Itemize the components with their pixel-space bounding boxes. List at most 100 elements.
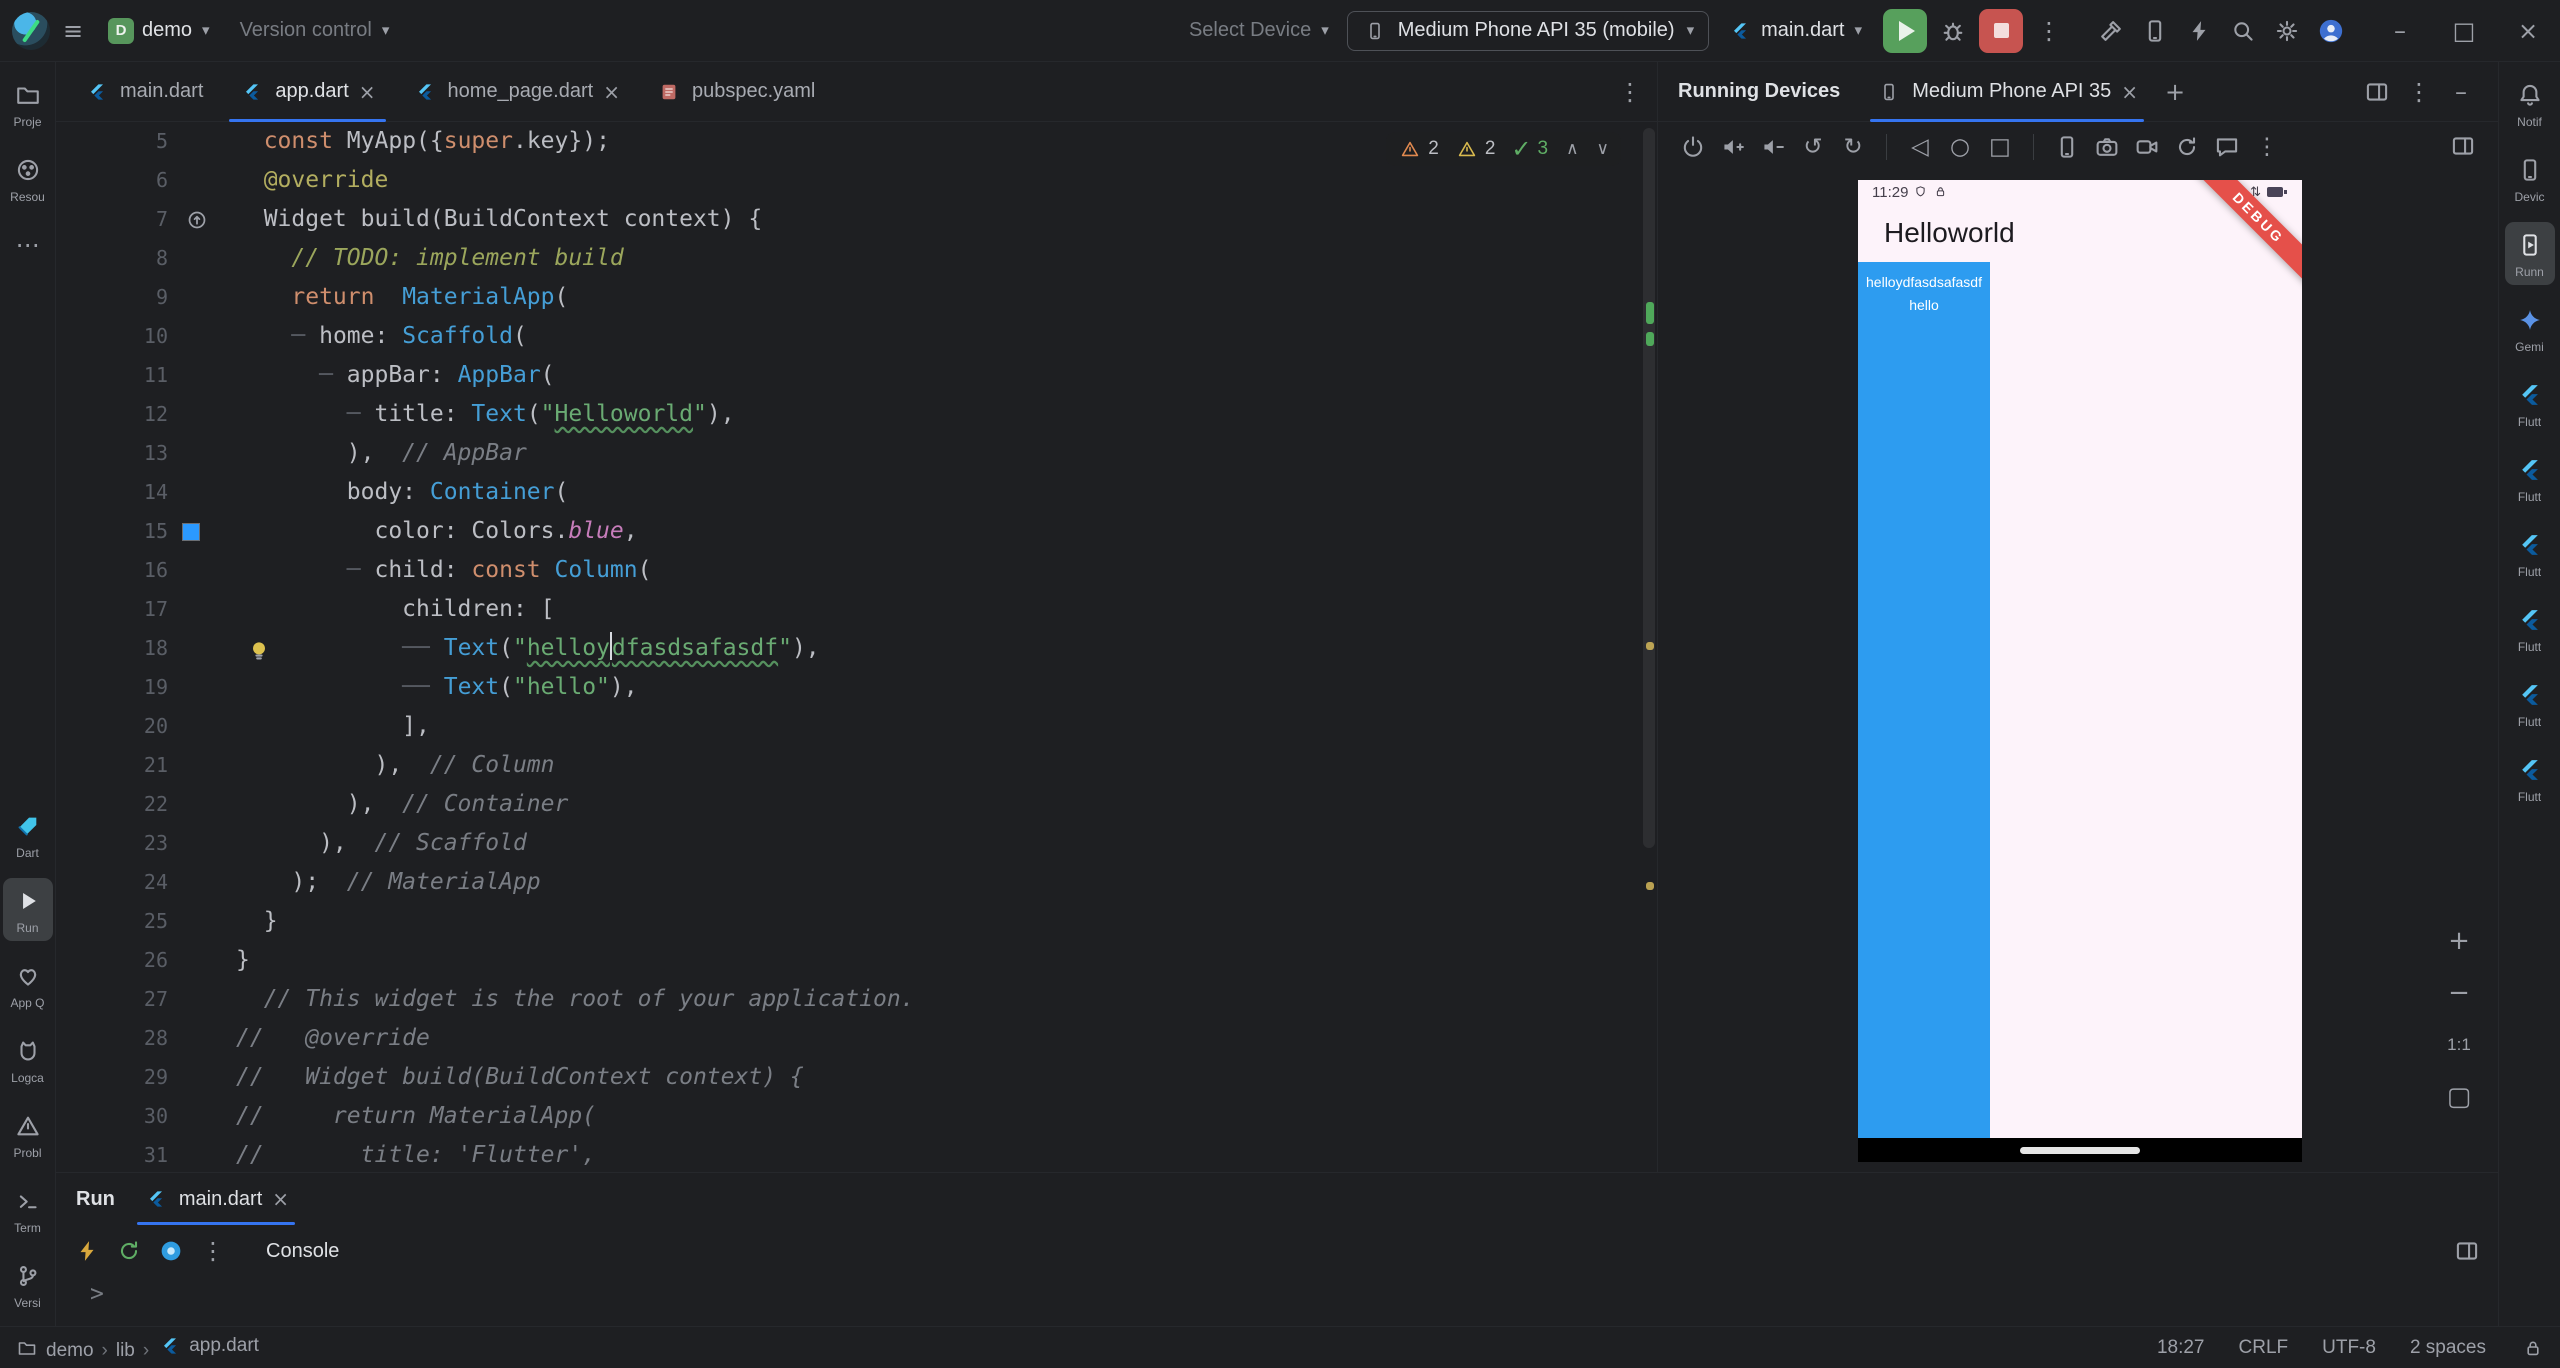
maximize-button[interactable]: □: [2432, 0, 2496, 61]
layout-icon[interactable]: [2446, 129, 2480, 163]
right-tool-button-running-devices[interactable]: Runn: [2504, 222, 2555, 285]
device-selector[interactable]: Medium Phone API 35 (mobile) ▾: [1346, 10, 1710, 51]
gutter[interactable]: 8: [56, 239, 236, 278]
left-tool-button-run[interactable]: Run: [2, 878, 53, 941]
right-tool-button-flutter-attach[interactable]: Flutt: [2505, 672, 2555, 735]
run-config-selector[interactable]: main.dart ▾: [1715, 12, 1874, 50]
gutter[interactable]: 30: [56, 1097, 236, 1136]
device-home-icon[interactable]: ○: [1943, 130, 1977, 164]
weak-warnings-badge[interactable]: 2: [1455, 137, 1495, 161]
navigation-bar[interactable]: [1858, 1138, 2302, 1162]
breadcrumb-item[interactable]: demo: [46, 1340, 94, 1362]
plus-button[interactable]: +: [2438, 920, 2480, 962]
restart-icon[interactable]: [112, 1234, 146, 1268]
left-tool-button-version-control[interactable]: Versi: [3, 1253, 53, 1316]
status-item[interactable]: UTF-8: [2322, 1337, 2376, 1359]
main-menu-icon[interactable]: ≡: [56, 14, 90, 48]
layout-icon[interactable]: [2450, 1234, 2484, 1268]
close-icon[interactable]: ×: [359, 82, 376, 102]
run-button[interactable]: [1883, 8, 1927, 53]
close-icon[interactable]: ×: [272, 1189, 289, 1209]
more-actions-icon[interactable]: ⋮: [2032, 14, 2066, 48]
right-tool-button-flutter-inspector[interactable]: Flutt: [2505, 447, 2555, 510]
split-icon[interactable]: [2360, 75, 2394, 109]
gutter[interactable]: 26: [56, 941, 236, 980]
typos-badge[interactable]: ✓ 3: [1511, 137, 1548, 161]
left-tool-button-more[interactable]: ⋯: [3, 222, 53, 268]
editor-tab-home_page.dart[interactable]: home_page.dart ×: [394, 62, 638, 122]
color-swatch[interactable]: [182, 522, 200, 541]
right-tool-button-flutter-outline[interactable]: Flutt: [2505, 372, 2555, 435]
emulator-screen[interactable]: 11:29 3G ⇅: [1858, 180, 2302, 1162]
device-tab[interactable]: Medium Phone API 35 ×: [1864, 62, 2150, 122]
right-tool-button-device-manager[interactable]: Devic: [2505, 147, 2555, 210]
left-tool-button-project[interactable]: Proje: [3, 72, 53, 135]
gutter[interactable]: 27: [56, 980, 236, 1019]
nav-handle[interactable]: [2020, 1146, 2140, 1154]
select-device-dropdown[interactable]: Select Device ▾: [1177, 13, 1341, 48]
gutter[interactable]: 7: [56, 200, 236, 239]
search-icon[interactable]: [2226, 14, 2260, 48]
more-v-icon[interactable]: ⋮: [196, 1234, 230, 1268]
close-button[interactable]: ×: [2496, 0, 2560, 61]
add-device-tab-icon[interactable]: +: [2158, 75, 2192, 109]
gutter[interactable]: 16: [56, 551, 236, 590]
gutter[interactable]: 19: [56, 668, 236, 707]
frame-button[interactable]: ▢: [2438, 1076, 2480, 1118]
device-back-icon[interactable]: ◁: [1903, 130, 1937, 164]
status-item[interactable]: 18:27: [2157, 1337, 2205, 1359]
bolt-icon[interactable]: [2182, 14, 2216, 48]
vcs-widget[interactable]: Version control ▾: [228, 13, 402, 48]
left-tool-button-dart-analysis[interactable]: Dart: [3, 803, 53, 866]
stop-button[interactable]: [1979, 8, 2023, 53]
gutter[interactable]: 31: [56, 1136, 236, 1172]
close-icon[interactable]: ×: [603, 82, 620, 102]
gutter[interactable]: 17: [56, 590, 236, 629]
code-editor[interactable]: 5 const MyApp({super.key}); 6 @override 7 …: [56, 122, 1657, 1172]
debug-button[interactable]: [1936, 14, 1970, 48]
device-chat-icon[interactable]: [2210, 130, 2244, 164]
left-tool-button-terminal[interactable]: Term: [3, 1178, 53, 1241]
device-icon[interactable]: [2138, 14, 2172, 48]
device-vol-up-icon[interactable]: [1716, 130, 1750, 164]
left-tool-button-logcat[interactable]: Logca: [3, 1028, 53, 1091]
gutter[interactable]: 24: [56, 863, 236, 902]
warnings-badge[interactable]: 2: [1398, 137, 1439, 161]
status-item[interactable]: CRLF: [2239, 1337, 2289, 1359]
gutter[interactable]: 18: [56, 629, 236, 668]
project-selector[interactable]: D demo ▾: [96, 12, 222, 50]
intention-bulb-icon[interactable]: [242, 634, 276, 668]
right-tool-button-flutter-performance[interactable]: Flutt: [2505, 522, 2555, 585]
gear-icon[interactable]: [2270, 14, 2304, 48]
minimize-button[interactable]: –: [2368, 0, 2432, 61]
lightning-icon[interactable]: [70, 1234, 104, 1268]
lock-icon[interactable]: [2520, 1335, 2546, 1361]
gutter[interactable]: 10: [56, 317, 236, 356]
gutter[interactable]: 22: [56, 785, 236, 824]
gutter[interactable]: 12: [56, 395, 236, 434]
gutter[interactable]: 14: [56, 473, 236, 512]
editor-tab-main.dart[interactable]: main.dart: [66, 62, 221, 122]
right-tool-button-gemini[interactable]: Gemi: [2505, 297, 2555, 360]
gutter[interactable]: 15: [56, 512, 236, 551]
device-camera-icon[interactable]: [2090, 130, 2124, 164]
gutter[interactable]: 9: [56, 278, 236, 317]
gutter[interactable]: 21: [56, 746, 236, 785]
left-tool-button-app-quality-insights[interactable]: App Q: [3, 953, 53, 1016]
right-tool-button-flutter-devtools[interactable]: Flutt: [2505, 747, 2555, 810]
editor-tab-pubspec.yaml[interactable]: pubspec.yaml: [638, 62, 833, 122]
device-restart-icon[interactable]: [2170, 130, 2204, 164]
device-vol-down-icon[interactable]: [1756, 130, 1790, 164]
devtools-icon[interactable]: [154, 1234, 188, 1268]
device-record-icon[interactable]: [2130, 130, 2164, 164]
minus-button[interactable]: −: [2438, 972, 2480, 1014]
breadcrumb-item[interactable]: lib: [116, 1340, 135, 1362]
hide-icon[interactable]: –: [2444, 75, 2478, 109]
left-tool-button-problems[interactable]: Probl: [3, 1103, 53, 1166]
breadcrumb-item[interactable]: app.dart: [157, 1333, 259, 1359]
gutter[interactable]: 6: [56, 161, 236, 200]
next-problem-icon[interactable]: ∨: [1597, 140, 1609, 158]
editor-tab-app.dart[interactable]: app.dart ×: [221, 62, 393, 122]
console-output[interactable]: >: [56, 1277, 2498, 1326]
gutter[interactable]: 20: [56, 707, 236, 746]
